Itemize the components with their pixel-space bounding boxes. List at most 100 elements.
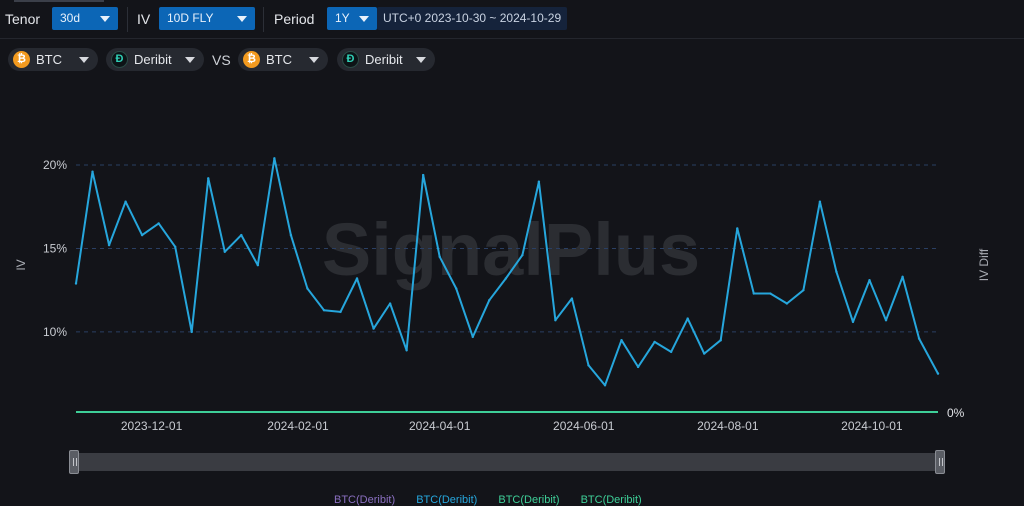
iv-data-point <box>936 372 940 375</box>
chevron-down-icon <box>237 16 247 22</box>
period-select[interactable]: 1Y <box>327 7 377 30</box>
iv-select[interactable]: 10D FLY <box>159 7 255 30</box>
x-tick-label: 2024-04-01 <box>409 419 471 433</box>
iv-data-point <box>173 245 177 248</box>
iv-data-point <box>405 349 408 352</box>
left-asset-select[interactable]: ₿ BTC <box>8 48 98 71</box>
y2-axis-label: IV Diff <box>977 248 991 281</box>
iv-data-point <box>372 327 375 330</box>
y-axis-label: IV <box>14 259 28 270</box>
y2-tick-label: 0% <box>947 406 965 420</box>
iv-data-point <box>504 277 508 280</box>
iv-data-point <box>554 319 557 322</box>
tenor-value: 30d <box>60 11 81 25</box>
iv-data-point <box>240 233 243 237</box>
iv-data-point <box>835 270 838 274</box>
tenor-select[interactable]: 30d <box>52 7 118 30</box>
iv-label: IV <box>137 11 151 27</box>
legend-item[interactable]: BTC(Deribit) <box>334 494 395 506</box>
x-tick-label: 2024-08-01 <box>697 419 759 433</box>
left-exchange-label: Deribit <box>134 52 172 67</box>
iv-chart[interactable]: SignalPlus 10% 15% 20% 2023-12-01 2024-02-01… <box>0 80 1024 450</box>
chevron-down-icon <box>416 57 426 63</box>
iv-data-point <box>157 222 160 225</box>
iv-data-point <box>289 233 293 237</box>
iv-data-point <box>455 287 458 290</box>
date-range-picker[interactable]: UTC+0 2023-10-30 ~ 2024-10-29 <box>377 7 568 30</box>
chevron-down-icon <box>359 16 369 22</box>
left-asset-label: BTC <box>36 52 62 67</box>
chevron-down-icon <box>185 57 195 63</box>
iv-data-point <box>107 243 111 247</box>
iv-data-point <box>736 227 739 230</box>
y-tick-label: 20% <box>43 158 67 172</box>
iv-data-point <box>653 340 656 344</box>
iv-data-point <box>702 352 706 355</box>
iv-data-point <box>471 335 474 339</box>
iv-data-point <box>256 263 260 267</box>
legend-item[interactable]: BTC(Deribit) <box>498 494 559 506</box>
iv-data-point <box>223 250 226 254</box>
deribit-icon: Ɖ <box>111 51 128 68</box>
divider <box>127 7 128 32</box>
iv-data-point <box>587 364 590 367</box>
iv-data-point <box>719 339 722 342</box>
iv-data-point <box>273 157 276 160</box>
slider-end-handle[interactable] <box>935 450 945 474</box>
iv-data-point <box>74 282 78 285</box>
iv-data-point <box>669 350 673 354</box>
iv-data-point <box>785 302 789 305</box>
legend-item[interactable]: BTC(Deribit) <box>581 494 642 506</box>
iv-data-point <box>818 200 822 203</box>
iv-data-point <box>355 277 359 280</box>
iv-data-point <box>636 365 640 369</box>
iv-data-point <box>769 292 772 295</box>
iv-value: 10D FLY <box>167 11 214 25</box>
iv-data-point <box>322 309 326 312</box>
left-exchange-select[interactable]: Ɖ Deribit <box>106 48 204 71</box>
iv-data-point <box>421 173 425 177</box>
iv-data-point <box>570 297 574 300</box>
iv-data-point <box>306 287 309 290</box>
y-tick-label: 10% <box>43 325 67 339</box>
iv-data-point <box>521 253 524 257</box>
toolbar: Tenor 30d IV 10D FLY Period 1Y UTC+0 202… <box>0 0 1024 39</box>
iv-data-point <box>603 384 607 387</box>
bitcoin-icon: ₿ <box>243 51 260 68</box>
iv-data-point <box>388 302 392 305</box>
period-label: Period <box>274 11 315 27</box>
chevron-down-icon <box>100 16 110 22</box>
iv-data-point <box>901 275 904 279</box>
x-tick-label: 2023-12-01 <box>121 419 183 433</box>
period-value: 1Y <box>335 11 350 25</box>
iv-data-point <box>190 330 193 334</box>
iv-data-point <box>339 310 342 314</box>
chevron-down-icon <box>79 57 89 63</box>
vs-label: VS <box>212 52 231 68</box>
watermark: SignalPlus <box>322 208 700 291</box>
iv-data-point <box>752 292 755 295</box>
chevron-down-icon <box>309 57 319 63</box>
right-exchange-select[interactable]: Ɖ Deribit <box>337 48 435 71</box>
legend: BTC(Deribit) BTC(Deribit) BTC(Deribit) B… <box>334 494 660 506</box>
y-tick-label: 15% <box>43 241 67 255</box>
iv-data-point <box>537 180 541 183</box>
iv-data-point <box>917 337 921 340</box>
x-tick-label: 2024-10-01 <box>841 419 903 433</box>
x-tick-label: 2024-02-01 <box>267 419 329 433</box>
range-slider[interactable] <box>69 450 945 474</box>
iv-data-point <box>620 339 623 342</box>
iv-data-point <box>851 320 855 324</box>
legend-item[interactable]: BTC(Deribit) <box>416 494 477 506</box>
tenor-label: Tenor <box>5 11 41 27</box>
iv-data-point <box>91 170 94 173</box>
slider-start-handle[interactable] <box>69 450 79 474</box>
iv-data-point <box>488 298 491 302</box>
iv-data-point <box>124 200 127 203</box>
divider <box>263 7 264 32</box>
iv-data-point <box>438 255 441 259</box>
iv-data-point <box>802 288 805 292</box>
iv-data-point <box>207 177 210 180</box>
iv-data-point <box>686 317 689 320</box>
right-asset-select[interactable]: ₿ BTC <box>238 48 328 71</box>
